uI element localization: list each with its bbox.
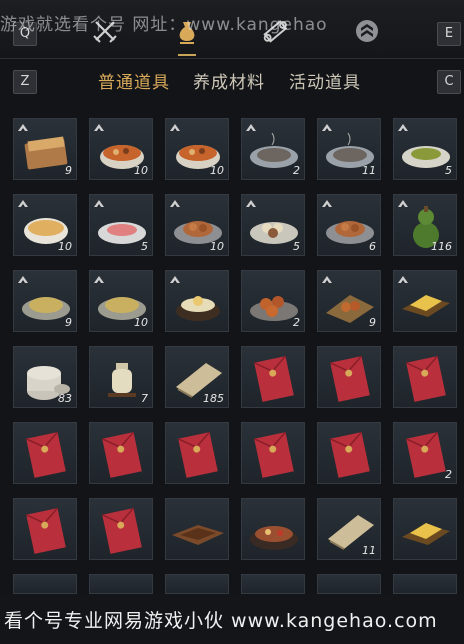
inventory-slot[interactable]: 10 — [13, 194, 77, 256]
inventory-slot[interactable]: 5 — [241, 194, 305, 256]
item-count: 10 — [210, 164, 224, 177]
inventory-slot[interactable] — [393, 498, 457, 560]
inventory-slot[interactable]: 2 — [393, 422, 457, 484]
inventory-slot[interactable] — [89, 574, 153, 594]
inventory-slot[interactable]: 11 — [317, 498, 381, 560]
inventory-slot[interactable] — [241, 574, 305, 594]
red-envelope-icon — [177, 431, 218, 478]
inventory-slot[interactable]: 185 — [165, 346, 229, 408]
inventory-slot[interactable]: 10 — [89, 118, 153, 180]
item-count: 2 — [445, 468, 452, 481]
inventory-slot[interactable]: 10 — [89, 270, 153, 332]
item-count: 2 — [293, 164, 300, 177]
inventory-slot[interactable] — [165, 422, 229, 484]
inventory-slot[interactable] — [241, 346, 305, 408]
item-count: 9 — [65, 164, 72, 177]
inventory-slot[interactable]: 10 — [165, 194, 229, 256]
item-count: 11 — [362, 544, 376, 557]
inventory-slot[interactable]: 6 — [317, 194, 381, 256]
red-envelope-icon — [329, 431, 370, 478]
item-count: 9 — [65, 316, 72, 329]
inventory-slot[interactable] — [393, 574, 457, 594]
item-count: 5 — [141, 240, 148, 253]
tab-event-items[interactable]: 活动道具 — [289, 68, 361, 93]
inventory-slot[interactable] — [89, 422, 153, 484]
gold-tray-icon — [402, 523, 450, 545]
inventory-slot[interactable]: 10 — [165, 118, 229, 180]
inventory-slot[interactable]: 11 — [317, 118, 381, 180]
red-envelope-icon — [25, 431, 66, 478]
red-envelope-icon — [405, 355, 446, 402]
red-envelope-icon — [253, 431, 294, 478]
inventory-slot[interactable] — [165, 574, 229, 594]
item-count: 7 — [141, 392, 148, 405]
item-count: 10 — [134, 164, 148, 177]
inventory-slot[interactable] — [89, 498, 153, 560]
item-count: 6 — [369, 240, 376, 253]
inventory-slot[interactable] — [393, 346, 457, 408]
bottom-watermark: 看个号专业网易游戏小伙 www.kangehao.com — [4, 610, 438, 632]
red-envelope-icon — [329, 355, 370, 402]
item-count: 83 — [58, 392, 72, 405]
bottom-watermark-banner: 看个号专业网易游戏小伙 www.kangehao.com — [0, 594, 464, 644]
key-hint-z[interactable]: Z — [13, 70, 37, 94]
item-count: 9 — [369, 316, 376, 329]
tab-growth-materials[interactable]: 养成材料 — [193, 68, 265, 93]
item-count: 10 — [134, 316, 148, 329]
inventory-slot[interactable] — [165, 498, 229, 560]
inventory-slot[interactable] — [13, 498, 77, 560]
inventory-slot[interactable] — [317, 346, 381, 408]
inventory-slot[interactable]: 2 — [241, 270, 305, 332]
tab-normal-items[interactable]: 普通道具 — [98, 68, 170, 93]
item-count: 2 — [293, 316, 300, 329]
category-tabs: Z 普通道具 养成材料 活动道具 C — [0, 58, 464, 108]
inventory-slot[interactable]: 7 — [89, 346, 153, 408]
inventory-slot[interactable] — [317, 574, 381, 594]
inventory-slot[interactable]: 9 — [317, 270, 381, 332]
item-count: 10 — [58, 240, 72, 253]
inventory-slot[interactable] — [393, 270, 457, 332]
inventory-slot[interactable] — [241, 498, 305, 560]
inventory-slot[interactable]: 9 — [13, 118, 77, 180]
red-envelope-icon — [253, 355, 294, 402]
inventory-slot[interactable]: 5 — [393, 118, 457, 180]
top-toolbar: Q E 游戏就选看个号 网址：www.kangehao — [0, 0, 464, 59]
inventory-slot[interactable]: 116 — [393, 194, 457, 256]
red-envelope-icon — [101, 507, 142, 554]
item-count: 10 — [210, 240, 224, 253]
item-count: 5 — [445, 164, 452, 177]
item-count: 11 — [362, 164, 376, 177]
inventory-slot[interactable]: 83 — [13, 346, 77, 408]
inventory-slot[interactable] — [13, 422, 77, 484]
item-count: 5 — [293, 240, 300, 253]
inventory-slot[interactable] — [317, 422, 381, 484]
inventory-slot[interactable] — [13, 574, 77, 594]
inventory-slot[interactable] — [241, 422, 305, 484]
wooden-tray-icon — [172, 525, 224, 545]
inventory-slot[interactable]: 2 — [241, 118, 305, 180]
key-hint-c[interactable]: C — [437, 70, 461, 94]
inventory-slot[interactable]: 5 — [89, 194, 153, 256]
item-count: 116 — [431, 240, 452, 253]
item-count: 185 — [203, 392, 224, 405]
hotpot-icon — [250, 526, 298, 550]
inventory-slot[interactable] — [165, 270, 229, 332]
red-envelope-icon — [25, 507, 66, 554]
red-envelope-icon — [101, 431, 142, 478]
top-watermark: 游戏就选看个号 网址：www.kangehao — [0, 15, 328, 35]
inventory-slot[interactable]: 9 — [13, 270, 77, 332]
